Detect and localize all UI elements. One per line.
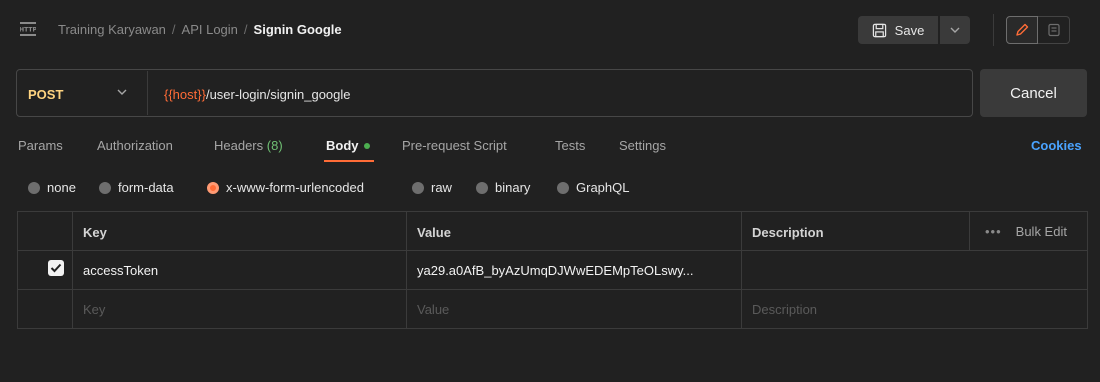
url-path: /user-login/signin_google	[205, 87, 351, 102]
save-button[interactable]: Save	[858, 16, 938, 44]
radio-circle	[557, 181, 569, 194]
cookies-link[interactable]: Cookies	[1031, 138, 1082, 153]
radio-circle	[99, 181, 111, 194]
more-icon[interactable]: •••	[985, 224, 1002, 239]
new-description-input[interactable]: Description	[752, 302, 817, 317]
edit-mode-button[interactable]	[1006, 16, 1038, 44]
status-dot	[363, 142, 370, 149]
row-enabled-checkbox[interactable]	[48, 260, 64, 276]
toolbar-divider	[993, 14, 994, 46]
radio-circle	[28, 181, 40, 194]
column-header-key: Key	[83, 225, 107, 240]
new-value-input[interactable]: Value	[417, 302, 449, 317]
table-column-divider	[406, 211, 407, 329]
breadcrumb-current-request[interactable]: Signin Google	[254, 22, 342, 37]
bulk-edit-label: Bulk Edit	[1015, 224, 1067, 239]
cancel-button[interactable]: Cancel	[980, 69, 1087, 117]
tab-headers-count: (8)	[266, 138, 283, 153]
breadcrumb-folder[interactable]: API Login	[182, 22, 238, 37]
chevron-down-icon[interactable]	[117, 89, 127, 95]
svg-text:HTTP: HTTP	[20, 27, 36, 34]
radio-binary-label: binary	[495, 180, 531, 195]
active-tab-indicator	[324, 160, 374, 162]
row-value-field[interactable]: ya29.a0AfB_byAzUmqDJWwEDEMpTeOLswy...	[417, 263, 693, 278]
table-column-divider	[72, 211, 73, 329]
radio-form-data[interactable]: form-data	[99, 180, 174, 195]
radio-graphql[interactable]: GraphQL	[557, 180, 629, 195]
tab-params[interactable]: Params	[18, 138, 63, 153]
radio-binary[interactable]: binary	[476, 180, 530, 195]
save-icon	[872, 23, 886, 37]
save-options-dropdown[interactable]	[940, 16, 970, 44]
radio-form-data-label: form-data	[118, 180, 174, 195]
breadcrumb-collection[interactable]: Training Karyawan	[58, 22, 166, 37]
breadcrumb-separator: /	[171, 22, 176, 37]
check-icon	[50, 263, 62, 273]
radio-circle-selected	[207, 181, 219, 194]
url-bar	[16, 69, 973, 117]
chevron-down-icon	[950, 27, 960, 33]
column-header-description: Description	[752, 225, 824, 240]
new-key-input[interactable]: Key	[83, 302, 105, 317]
table-divider	[17, 250, 1088, 251]
bulk-edit-button[interactable]: ••• Bulk Edit	[985, 224, 1067, 239]
column-header-value: Value	[417, 225, 451, 240]
breadcrumb-separator: /	[243, 22, 248, 37]
row-description-field[interactable]	[752, 263, 962, 279]
http-icon: HTTP	[20, 22, 36, 36]
radio-raw[interactable]: raw	[412, 180, 452, 195]
radio-urlencoded-label: x-www-form-urlencoded	[226, 180, 364, 195]
radio-none[interactable]: none	[28, 180, 76, 195]
url-variable: {{host}}	[164, 87, 206, 102]
http-method-select[interactable]: POST	[28, 87, 63, 102]
tab-tests[interactable]: Tests	[555, 138, 585, 153]
tab-headers[interactable]: Headers (8)	[214, 138, 283, 153]
documentation-button[interactable]	[1038, 16, 1070, 44]
save-button-label: Save	[894, 22, 925, 38]
pencil-icon	[1016, 23, 1029, 36]
row-key-field[interactable]: accessToken	[83, 263, 158, 278]
tab-body-label: Body	[326, 138, 359, 153]
url-input[interactable]: {{host}}/user-login/signin_google	[164, 87, 351, 102]
tab-pre-request-script[interactable]: Pre-request Script	[402, 138, 507, 153]
tab-settings[interactable]: Settings	[619, 138, 666, 153]
document-icon	[1047, 23, 1060, 37]
radio-circle	[412, 181, 424, 194]
radio-graphql-label: GraphQL	[576, 180, 630, 195]
table-divider	[17, 289, 1088, 290]
tab-headers-label: Headers	[214, 138, 264, 153]
radio-raw-label: raw	[431, 180, 452, 195]
breadcrumb: Training Karyawan / API Login / Signin Googl…	[58, 22, 342, 37]
radio-none-label: none	[47, 180, 76, 195]
tab-body[interactable]: Body	[326, 138, 370, 153]
url-bar-divider	[147, 71, 148, 115]
table-column-divider	[741, 211, 742, 329]
radio-circle	[476, 181, 488, 194]
tab-authorization[interactable]: Authorization	[97, 138, 173, 153]
radio-x-www-form-urlencoded[interactable]: x-www-form-urlencoded	[207, 180, 364, 195]
table-column-divider	[969, 211, 970, 250]
